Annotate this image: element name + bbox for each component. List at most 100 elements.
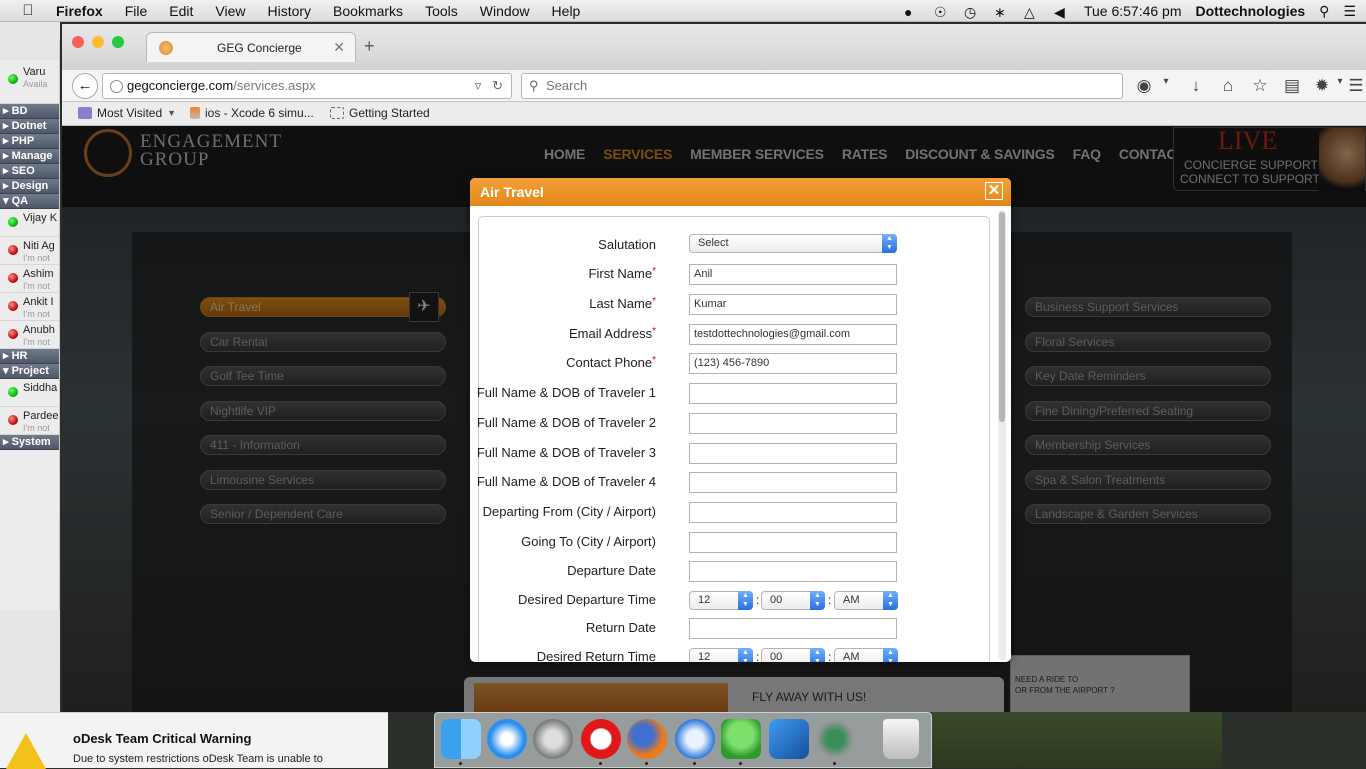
phone-label: Contact Phone* <box>566 355 656 370</box>
departure-date-input[interactable] <box>689 561 897 582</box>
time-machine-icon[interactable]: ◷ <box>964 4 980 20</box>
traveler2-input[interactable] <box>689 413 897 434</box>
bookmark-star-icon[interactable]: ☆ <box>1250 76 1270 96</box>
phone-input[interactable]: (123) 456-7890 <box>689 353 897 374</box>
group-qa[interactable]: ▾ QA <box>0 194 59 209</box>
network-utility-icon[interactable] <box>815 719 855 765</box>
search-bar[interactable]: ⚲ Search <box>521 73 1123 99</box>
group-design[interactable]: ▸ Design <box>0 179 59 194</box>
extension-menu-icon[interactable]: ▾ <box>1156 76 1176 87</box>
wifi-icon[interactable]: △ <box>1024 4 1040 20</box>
search-icon: ⚲ <box>529 78 539 93</box>
menu-view[interactable]: View <box>215 3 245 19</box>
reload-icon[interactable]: ↻ <box>492 78 503 93</box>
contact-item[interactable]: Pardee I'm not <box>0 407 59 435</box>
notification-center-icon[interactable]: ☰ <box>1343 3 1356 20</box>
accessibility-icon[interactable]: ☉ <box>934 4 950 20</box>
bookmark-ios-xcode[interactable]: ios - Xcode 6 simu... <box>190 106 314 120</box>
menu-bookmarks[interactable]: Bookmarks <box>333 3 403 19</box>
mail-icon[interactable] <box>675 719 715 765</box>
contact-item[interactable]: Niti Ag I'm not <box>0 237 59 265</box>
reading-list-icon[interactable]: ▤ <box>1282 76 1302 96</box>
alien-icon[interactable]: ● <box>904 4 920 20</box>
menu-edit[interactable]: Edit <box>169 3 193 19</box>
contact-item[interactable]: Ankit I I'm not <box>0 293 59 321</box>
required-marker: * <box>652 326 656 337</box>
finder-icon[interactable] <box>441 719 481 765</box>
menu-help[interactable]: Help <box>552 3 581 19</box>
going-to-label: Going To (City / Airport) <box>521 534 656 549</box>
group-project[interactable]: ▾ Project <box>0 364 59 379</box>
menu-window[interactable]: Window <box>480 3 530 19</box>
home-icon[interactable]: ⌂ <box>1218 76 1238 96</box>
group-php[interactable]: ▸ PHP <box>0 134 59 149</box>
salutation-select[interactable]: Select ▲ ▼ <box>689 234 897 253</box>
modal-scrollbar[interactable] <box>998 210 1006 660</box>
select-arrows-icon: ▲ ▼ <box>883 648 898 662</box>
minimize-window-icon[interactable] <box>92 36 104 48</box>
download-icon[interactable]: ↓ <box>1186 76 1206 96</box>
back-button[interactable]: ← <box>72 73 98 99</box>
last-name-input[interactable]: Kumar <box>689 294 897 315</box>
opera-icon[interactable] <box>581 719 621 765</box>
return-ampm-select[interactable]: AM ▲ ▼ <box>834 648 898 662</box>
contact-item[interactable]: Anubh I'm not <box>0 321 59 349</box>
group-manage[interactable]: ▸ Manage <box>0 149 59 164</box>
group-seo[interactable]: ▸ SEO <box>0 164 59 179</box>
modal-close-button[interactable]: ✕ <box>985 182 1003 200</box>
xcode-icon[interactable] <box>769 719 809 759</box>
group-bd[interactable]: ▸ BD <box>0 104 59 119</box>
menu-user[interactable]: Dottechnologies <box>1196 3 1306 19</box>
departure-hour-select[interactable]: 12 ▲ ▼ <box>689 591 753 610</box>
departure-minute-select[interactable]: 00 ▲ ▼ <box>761 591 825 610</box>
addon-icon[interactable]: ✹ <box>1312 76 1332 96</box>
group-system[interactable]: ▸ System <box>0 435 59 450</box>
traveler4-input[interactable] <box>689 472 897 493</box>
return-hour-select[interactable]: 12 ▲ ▼ <box>689 648 753 662</box>
traveler3-input[interactable] <box>689 443 897 464</box>
zoom-window-icon[interactable] <box>112 36 124 48</box>
group-dotnet[interactable]: ▸ Dotnet <box>0 119 59 134</box>
hamburger-menu-icon[interactable]: ☰ <box>1346 76 1366 96</box>
firefox-icon[interactable] <box>627 719 667 765</box>
menu-tools[interactable]: Tools <box>425 3 458 19</box>
menu-app-name[interactable]: Firefox <box>56 3 103 19</box>
bookmark-getting-started[interactable]: Getting Started <box>330 106 430 120</box>
email-input[interactable]: testdottechnologies@gmail.com <box>689 324 897 345</box>
adium-icon[interactable] <box>721 719 761 765</box>
odesk-notification[interactable]: oDesk Team Critical Warning Due to syste… <box>0 712 388 769</box>
url-dropdown-icon[interactable]: ▿ <box>475 78 482 93</box>
close-tab-icon[interactable]: ✕ <box>333 39 345 56</box>
going-to-input[interactable] <box>689 532 897 553</box>
folder-icon <box>78 107 92 119</box>
apple-icon[interactable]:  <box>0 2 56 19</box>
return-minute-select[interactable]: 00 ▲ ▼ <box>761 648 825 662</box>
departing-from-input[interactable] <box>689 502 897 523</box>
chat-self[interactable]: Varu Availa <box>0 60 59 104</box>
spotlight-icon[interactable]: ⚲ <box>1319 3 1329 20</box>
traveler1-input[interactable] <box>689 383 897 404</box>
scrollbar-thumb[interactable] <box>999 212 1005 422</box>
menu-clock[interactable]: Tue 6:57:46 pm <box>1084 3 1182 19</box>
group-hr[interactable]: ▸ HR <box>0 349 59 364</box>
url-bar[interactable]: gegconcierge.com/services.aspx ▿ ↻ <box>102 73 512 99</box>
safari-icon[interactable] <box>487 719 527 759</box>
new-tab-button[interactable]: + <box>364 36 375 57</box>
tab-geg-concierge[interactable]: GEG Concierge ✕ <box>146 32 356 62</box>
bluetooth-icon[interactable]: ∗ <box>994 4 1010 20</box>
departure-ampm-select[interactable]: AM ▲ ▼ <box>834 591 898 610</box>
contact-item[interactable]: Siddha <box>0 379 59 407</box>
volume-icon[interactable]: ◀ <box>1054 4 1070 20</box>
bookmark-most-visited[interactable]: Most Visited ▼ <box>78 106 176 120</box>
extension-icon[interactable]: ◉ <box>1134 76 1154 96</box>
first-name-input[interactable]: Anil <box>689 264 897 285</box>
trash-icon[interactable] <box>883 719 919 759</box>
close-window-icon[interactable] <box>72 36 84 48</box>
menu-file[interactable]: File <box>125 3 148 19</box>
menu-history[interactable]: History <box>267 3 311 19</box>
contact-item[interactable]: Ashim I'm not <box>0 265 59 293</box>
traveler2-label: Full Name & DOB of Traveler 2 <box>476 415 656 430</box>
contact-item[interactable]: Vijay K <box>0 209 59 237</box>
system-preferences-icon[interactable] <box>533 719 573 759</box>
return-date-input[interactable] <box>689 618 897 639</box>
